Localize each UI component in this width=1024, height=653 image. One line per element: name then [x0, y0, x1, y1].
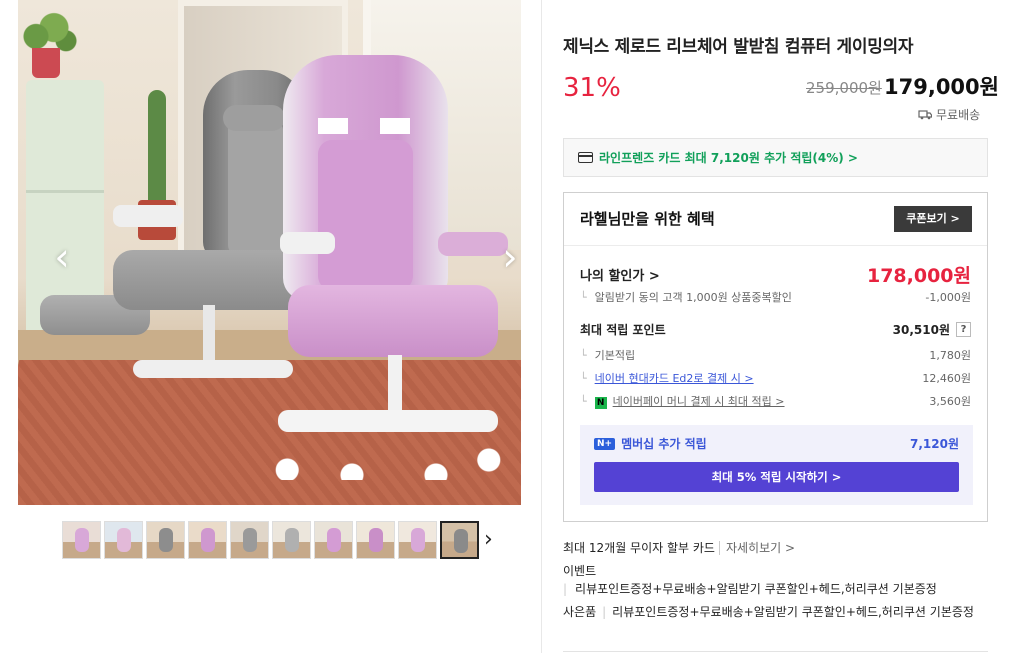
thumbnail-chair-shape: [411, 528, 425, 552]
max-point-label: 최대 적립 포인트: [580, 323, 666, 337]
product-thumbnail[interactable]: [314, 521, 353, 559]
naver-plus-badge-icon: N+: [594, 437, 616, 450]
membership-label: 멤버십 추가 적립: [621, 437, 707, 451]
grey-chair-pillow: [223, 105, 285, 131]
max-point-value: 30,510원: [892, 323, 950, 337]
gift-info: 사은품 | 리뷰포인트증정+무료배송+알림받기 쿠폰할인+헤드,허리쿠션 기본증정: [563, 603, 988, 621]
product-thumbnail[interactable]: [62, 521, 101, 559]
tree-branch-icon: └: [580, 395, 587, 408]
thumbnail-chair-shape: [75, 528, 89, 552]
tree-branch-icon: └: [580, 349, 587, 362]
basic-point-value: 1,780원: [929, 349, 971, 362]
my-price-link[interactable]: 나의 할인가 >: [580, 265, 660, 284]
thumbnail-chair-shape: [369, 528, 383, 552]
product-thumbnail[interactable]: [104, 521, 143, 559]
basic-point-row: └ 기본적립 1,780원: [580, 347, 971, 363]
hyundai-card-link[interactable]: 네이버 현대카드 Ed2로 결제 시 >: [595, 372, 754, 385]
sale-price: 179,000원: [884, 75, 999, 99]
product-thumbnail[interactable]: [146, 521, 185, 559]
basic-point-label: 기본적립: [594, 349, 636, 362]
grey-chair-seat: [113, 250, 308, 310]
benefit-divider: [564, 245, 987, 246]
pink-chair-pole: [388, 355, 402, 415]
grey-chair-pole: [203, 305, 215, 365]
alarm-discount-value: -1,000원: [925, 291, 971, 304]
discount-rate: 31%: [563, 73, 621, 103]
tree-branch-icon: └: [580, 372, 587, 385]
thumbnail-chair-shape: [117, 528, 131, 552]
installment-text: 최대 12개월 무이자 할부 카드: [563, 541, 715, 555]
max-point-row: 최대 적립 포인트 30,510원?: [580, 321, 971, 338]
grey-chair-arm: [113, 205, 183, 227]
thumbnail-chair-shape: [454, 529, 468, 553]
card-promo-banner[interactable]: 라인프렌즈 카드 최대 7,120원 추가 적립(4%) >: [563, 138, 988, 177]
photo-cactus: [148, 90, 166, 210]
pink-chair-base: [278, 410, 498, 432]
membership-row: N+ 멤버십 추가 적립 7,120원: [594, 435, 959, 452]
event-label: 이벤트: [563, 564, 597, 578]
alarm-discount-label: 알림받기 동의 고객 1,000원 상품중복할인: [594, 291, 792, 304]
membership-box: N+ 멤버십 추가 적립 7,120원 최대 5% 적립 시작하기 >: [580, 425, 973, 505]
product-title: 제닉스 제로드 리브체어 발받침 컴퓨터 게이밍의자: [563, 37, 914, 57]
product-thumbnail[interactable]: [440, 521, 479, 559]
my-price-value: 178,000원: [866, 265, 971, 287]
grey-chair-stripe: [228, 120, 283, 255]
thumbnail-chair-shape: [285, 528, 299, 552]
product-thumbnail[interactable]: [398, 521, 437, 559]
alarm-discount-row: └ 알림받기 동의 고객 1,000원 상품중복할인 -1,000원: [580, 289, 971, 305]
bottom-divider: [563, 651, 988, 652]
npay-money-link[interactable]: 네이버페이 머니 결제 시 최대 적립 >: [613, 395, 785, 408]
credit-card-icon: [578, 152, 593, 163]
photo-fridge-line: [26, 190, 104, 193]
thumbnail-next-icon[interactable]: ›: [484, 527, 493, 553]
pink-chair-wheels: [268, 430, 508, 480]
membership-value: 7,120원: [910, 437, 959, 451]
main-product-photo: ‹ ›: [18, 0, 521, 505]
product-page: ‹ › › 제닉스 제로드 리브체어 발받침 컴퓨터 게이밍의자 31% 259…: [0, 0, 1024, 653]
original-price: 259,000원: [806, 79, 882, 97]
event-text: 리뷰포인트증정+무료배송+알림받기 쿠폰할인+헤드,허리쿠션 기본증정: [575, 582, 937, 596]
hyundai-card-row: └ 네이버 현대카드 Ed2로 결제 시 > 12,460원: [580, 370, 971, 386]
truck-icon: [918, 110, 932, 120]
npay-icon: N: [594, 397, 607, 409]
next-image-arrow-icon[interactable]: ›: [490, 232, 521, 282]
thumbnail-chair-shape: [201, 528, 215, 552]
pink-chair-seat: [288, 285, 498, 357]
view-coupon-button[interactable]: 쿠폰보기 >: [894, 206, 972, 232]
separator-bar: |: [602, 605, 607, 619]
product-thumbnail[interactable]: [230, 521, 269, 559]
help-question-icon[interactable]: ?: [956, 322, 971, 337]
pink-chair-holes: [318, 118, 413, 134]
card-promo-text: 라인프렌즈 카드 최대 7,120원 추가 적립(4%) >: [599, 151, 858, 165]
gift-text: 리뷰포인트증정+무료배송+알림받기 쿠폰할인+헤드,허리쿠션 기본증정: [612, 605, 974, 619]
thumbnail-chair-shape: [159, 528, 173, 552]
hyundai-card-value: 12,460원: [922, 372, 971, 385]
gift-label: 사은품: [563, 605, 597, 619]
installment-info: 최대 12개월 무이자 할부 카드 자세히보기 >: [563, 539, 796, 556]
column-divider: [541, 0, 542, 653]
my-price-row: 나의 할인가 > 178,000원: [580, 261, 971, 288]
separator-bar: |: [563, 582, 568, 596]
tree-branch-icon: └: [580, 291, 587, 304]
product-thumbnail[interactable]: [272, 521, 311, 559]
grey-chair-base: [133, 360, 293, 378]
installment-more-link[interactable]: 자세히보기 >: [718, 541, 796, 555]
shipping-label: 무료배송: [936, 108, 981, 122]
shipping-info: 무료배송: [918, 106, 980, 123]
thumbnail-chair-shape: [243, 528, 257, 552]
npay-money-row: └ N 네이버페이 머니 결제 시 최대 적립 > 3,560원: [580, 393, 971, 409]
npay-money-value: 3,560원: [929, 395, 971, 408]
photo-plant-pot: [32, 48, 60, 78]
benefit-panel: 라헬님만을 위한 혜택 쿠폰보기 > 나의 할인가 > 178,000원 └ 알림…: [563, 192, 988, 522]
pink-chair-center: [318, 140, 413, 290]
thumbnail-chair-shape: [327, 528, 341, 552]
benefit-title: 라헬님만을 위한 혜택: [580, 210, 715, 228]
event-text-row: | 리뷰포인트증정+무료배송+알림받기 쿠폰할인+헤드,허리쿠션 기본증정: [563, 580, 937, 597]
prev-image-arrow-icon[interactable]: ‹: [42, 232, 82, 282]
thumbnail-strip: [62, 521, 479, 559]
product-thumbnail[interactable]: [188, 521, 227, 559]
pink-chair-arm-left: [280, 232, 335, 254]
start-membership-button[interactable]: 최대 5% 적립 시작하기 >: [594, 462, 959, 492]
product-thumbnail[interactable]: [356, 521, 395, 559]
